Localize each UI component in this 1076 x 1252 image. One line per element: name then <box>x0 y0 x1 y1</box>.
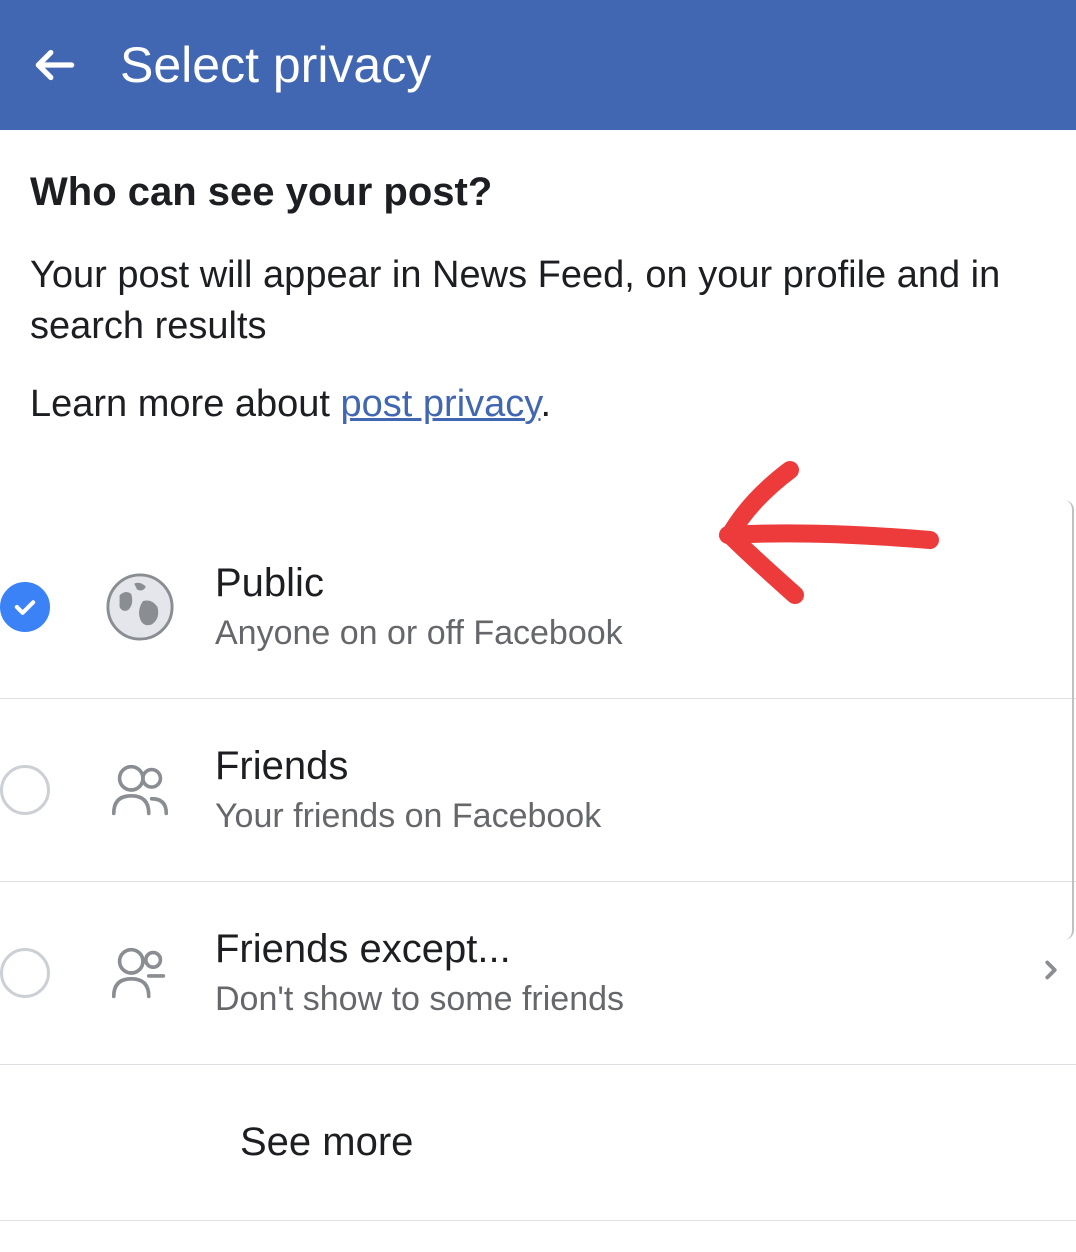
option-text-friends-except: Friends except... Don't show to some fri… <box>215 927 1036 1019</box>
chevron-right-icon <box>1036 950 1066 995</box>
privacy-option-friends-except[interactable]: Friends except... Don't show to some fri… <box>0 882 1076 1065</box>
see-more-button[interactable]: See more <box>0 1065 1076 1221</box>
privacy-option-friends[interactable]: Friends Your friends on Facebook <box>0 699 1076 882</box>
globe-icon <box>105 572 175 642</box>
option-text-public: Public Anyone on or off Facebook <box>215 561 1076 653</box>
option-subtitle-friends-except: Don't show to some friends <box>215 980 1036 1019</box>
back-button[interactable] <box>30 40 80 90</box>
scroll-indicator <box>1054 500 1074 940</box>
radio-friends-except[interactable] <box>0 948 50 998</box>
friends-icon <box>105 755 175 825</box>
header: Select privacy <box>0 0 1076 130</box>
radio-friends[interactable] <box>0 765 50 815</box>
friends-except-icon <box>105 938 175 1008</box>
description-text: Your post will appear in News Feed, on y… <box>30 250 1046 353</box>
page-title: Select privacy <box>120 36 431 94</box>
learn-more-suffix: . <box>540 383 551 425</box>
privacy-options-list: Public Anyone on or off Facebook Friends… <box>0 516 1076 1221</box>
back-arrow-icon <box>30 40 80 90</box>
see-more-label: See more <box>240 1120 413 1165</box>
option-title-friends-except: Friends except... <box>215 927 1036 972</box>
option-text-friends: Friends Your friends on Facebook <box>215 744 1076 836</box>
option-title-friends: Friends <box>215 744 1076 789</box>
option-subtitle-public: Anyone on or off Facebook <box>215 614 1076 653</box>
section-heading: Who can see your post? <box>30 170 1046 215</box>
post-privacy-link[interactable]: post privacy <box>341 383 541 425</box>
learn-more-text: Learn more about post privacy. <box>30 383 1046 426</box>
learn-more-prefix: Learn more about <box>30 383 341 425</box>
radio-public[interactable] <box>0 582 50 632</box>
checkmark-icon <box>11 593 39 621</box>
option-subtitle-friends: Your friends on Facebook <box>215 797 1076 836</box>
privacy-option-public[interactable]: Public Anyone on or off Facebook <box>0 516 1076 699</box>
option-title-public: Public <box>215 561 1076 606</box>
content-area: Who can see your post? Your post will ap… <box>0 130 1076 486</box>
